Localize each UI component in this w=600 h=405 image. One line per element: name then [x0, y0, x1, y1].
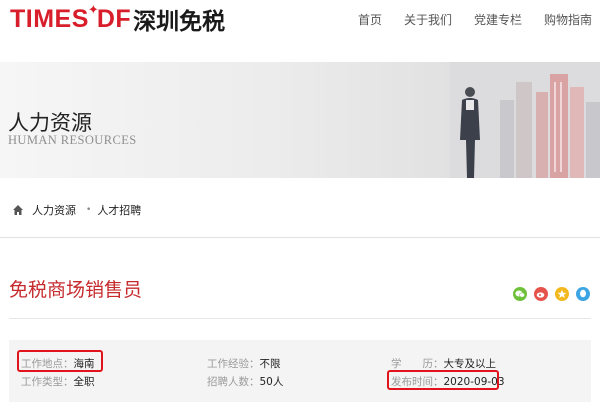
header: TIMES ✦ DF 深圳免税 首页 关于我们 党建专栏 购物指南 [0, 0, 600, 52]
job-title: 免税商场销售员 [9, 279, 143, 301]
nav-item-about[interactable]: 关于我们 [404, 11, 452, 28]
breadcrumb: 人力资源 • 人才招聘 [12, 202, 141, 218]
breadcrumb-item-hr[interactable]: 人力资源 [32, 202, 76, 218]
field-headcount-label: 招聘人数： [207, 376, 260, 388]
nav-item-shopping-guide[interactable]: 购物指南 [544, 11, 592, 28]
weibo-icon[interactable] [534, 287, 548, 301]
field-education-label: 学 历： [391, 358, 444, 370]
field-headcount: 招聘人数：50人 [207, 374, 283, 389]
field-type-value: 全职 [73, 376, 95, 388]
field-experience-value: 不限 [259, 358, 281, 370]
banner-businessman-skyline-image [450, 62, 600, 178]
breadcrumb-divider [0, 237, 600, 238]
logo[interactable]: TIMES ✦ DF 深圳免税 [10, 2, 226, 36]
banner-subtitle: HUMAN RESOURCES [8, 133, 137, 147]
logo-times-text: TIMES [10, 4, 89, 33]
field-headcount-value: 50人 [259, 376, 284, 388]
logo-df-text: DF [96, 4, 132, 33]
hero-banner: 人力资源 HUMAN RESOURCES [0, 62, 600, 178]
field-education: 学 历：大专及以上 [391, 356, 496, 371]
annotation-box-location [17, 350, 103, 372]
field-experience: 工作经验：不限 [207, 356, 281, 371]
wechat-icon[interactable] [513, 287, 527, 301]
share-icons [513, 287, 590, 301]
logo-cn-text: 深圳免税 [133, 9, 226, 35]
field-type-label: 工作类型： [21, 376, 74, 388]
home-icon[interactable] [12, 204, 24, 216]
field-type: 工作类型：全职 [21, 374, 95, 389]
breadcrumb-item-recruitment[interactable]: 人才招聘 [97, 202, 141, 218]
main-nav: 首页 关于我们 党建专栏 购物指南 [358, 11, 592, 28]
annotation-box-published [387, 370, 499, 390]
field-education-value: 大专及以上 [443, 358, 497, 370]
star-icon[interactable] [555, 287, 569, 301]
breadcrumb-separator: • [86, 205, 92, 215]
title-divider [9, 318, 591, 319]
nav-item-party[interactable]: 党建专栏 [474, 11, 522, 28]
qq-icon[interactable] [576, 287, 590, 301]
logo-star-icon: ✦ [87, 2, 99, 18]
field-experience-label: 工作经验： [207, 358, 260, 370]
nav-item-home[interactable]: 首页 [358, 11, 382, 28]
